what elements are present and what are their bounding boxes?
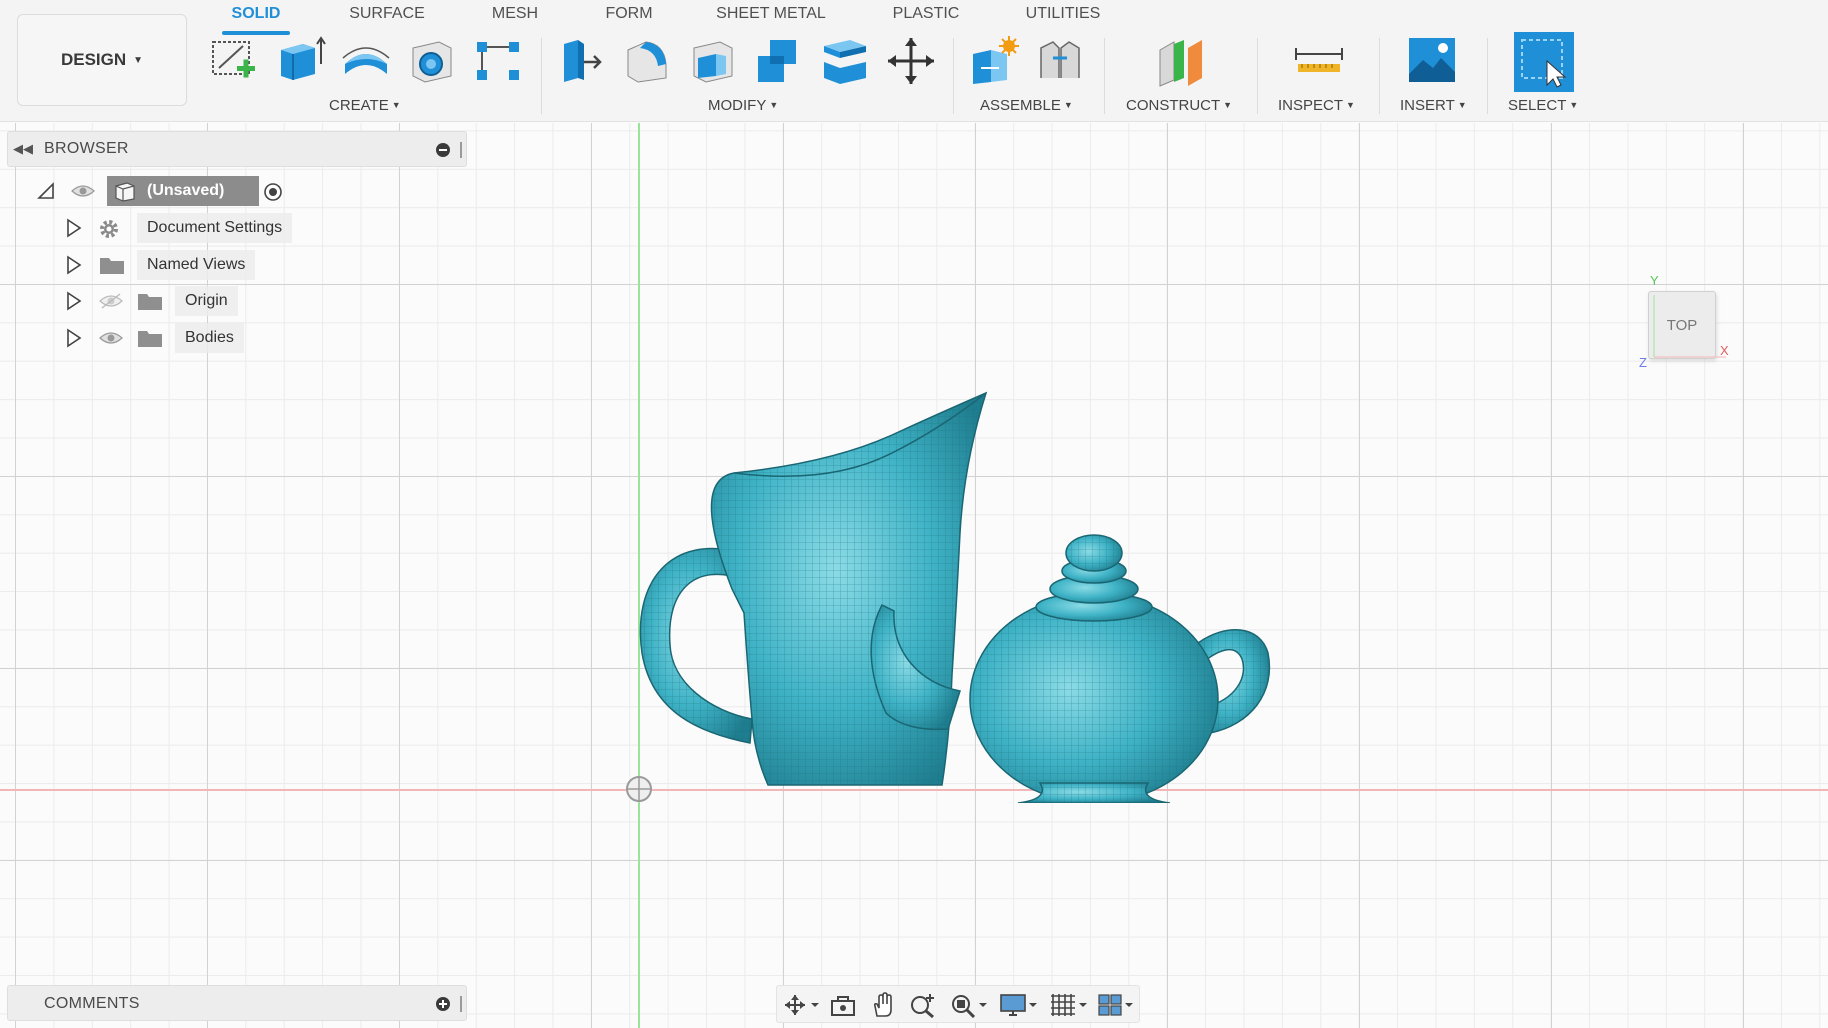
teapot-body [969,594,1219,803]
eye-icon[interactable] [71,183,95,199]
create-label: CREATE [329,97,389,114]
add-comment-icon[interactable] [436,997,450,1011]
browser-resize-handle[interactable] [460,142,462,158]
eye-icon[interactable] [99,330,123,346]
inspect-menu[interactable]: INSPECT ▼ [1278,97,1355,114]
separator [1379,38,1380,114]
comments-panel[interactable]: COMMENTS [7,985,467,1021]
separator [1487,38,1488,114]
tab-mesh[interactable]: MESH [490,5,540,33]
expand-triangle-icon[interactable] [63,254,85,276]
workspace-switcher[interactable]: DESIGN ▼ [17,14,187,106]
move-icon[interactable] [882,32,940,90]
folder-icon [138,294,162,310]
model-bodies[interactable] [630,353,1290,803]
tab-surface[interactable]: SURFACE [347,5,427,33]
root-component-label: (Unsaved) [147,182,225,199]
view-cube-axes [1653,295,1726,358]
browser-item-origin[interactable]: Origin [57,285,317,317]
tab-form[interactable]: FORM [602,5,656,33]
hole-icon[interactable] [403,32,461,90]
construct-menu[interactable]: CONSTRUCT ▼ [1126,97,1232,114]
modify-menu[interactable]: MODIFY ▼ [708,97,778,114]
offset-plane-icon[interactable] [1152,32,1210,90]
comments-resize-handle[interactable] [460,996,462,1012]
select-label: SELECT [1508,97,1567,114]
select-icon[interactable] [1514,32,1574,92]
insert-menu[interactable]: INSERT ▼ [1400,97,1467,114]
browser-item-label: Document Settings [137,213,293,243]
browser-root-row[interactable]: (Unsaved) [29,175,329,207]
fusion-app-window: DESIGN ▼ SOLID SURFACE MESH FORM SHEET M… [0,0,1828,1028]
modify-label: MODIFY [708,97,767,114]
view-cube[interactable]: TOP Y X Z [1636,273,1756,378]
shell-icon[interactable] [684,32,742,90]
eye-hidden-icon[interactable] [99,293,123,309]
new-component-icon[interactable] [965,32,1023,90]
component-icon [115,182,135,202]
combine-icon[interactable] [750,32,808,90]
look-at-icon[interactable] [829,992,857,1018]
extrude-icon[interactable] [271,32,329,90]
browser-item-label: Named Views [137,250,256,280]
chevron-down-icon: ▼ [133,54,144,66]
pattern-icon[interactable] [469,32,527,90]
press-pull-icon[interactable] [552,32,610,90]
pan-icon[interactable] [869,992,897,1018]
activate-radio-icon[interactable] [263,182,283,202]
separator [1104,38,1105,114]
create-menu[interactable]: CREATE ▼ [329,97,401,114]
folder-icon [100,258,124,274]
select-menu[interactable]: SELECT ▼ [1508,97,1578,114]
insert-image-icon[interactable] [1403,32,1461,90]
tab-utilities[interactable]: UTILITIES [1025,5,1101,33]
browser-header: ◀◀ BROWSER [7,131,467,167]
tab-plastic[interactable]: PLASTIC [890,5,962,33]
insert-label: INSERT [1400,97,1455,114]
orbit-icon[interactable] [781,992,821,1018]
joint-icon[interactable] [1031,32,1089,90]
browser-item-label: Bodies [175,323,244,353]
zoom-icon[interactable] [909,992,937,1019]
expand-triangle-icon[interactable] [63,327,85,349]
tab-sheet-metal[interactable]: SHEET METAL [716,5,826,33]
assemble-menu[interactable]: ASSEMBLE ▼ [980,97,1073,114]
inspect-label: INSPECT [1278,97,1344,114]
comments-title: COMMENTS [44,995,140,1012]
root-component[interactable]: (Unsaved) [107,176,259,206]
gear-icon [100,220,118,238]
teapot-lid [1035,534,1153,622]
browser-collapse-button[interactable] [436,143,450,157]
expand-triangle-icon[interactable] [63,217,85,239]
folder-icon [138,331,162,347]
tab-solid[interactable]: SOLID [222,5,290,35]
fillet-icon[interactable] [618,32,676,90]
display-settings-icon[interactable] [999,992,1039,1018]
separator [541,38,542,114]
measure-icon[interactable] [1290,32,1348,90]
browser-item-bodies[interactable]: Bodies [57,322,317,354]
viewports-icon[interactable] [1097,992,1137,1018]
expand-triangle-icon[interactable] [63,290,85,312]
toolbar: DESIGN ▼ SOLID SURFACE MESH FORM SHEET M… [0,0,1828,122]
assemble-label: ASSEMBLE [980,97,1061,114]
grid-settings-icon[interactable] [1049,992,1089,1018]
workspace-label: DESIGN [60,50,127,69]
browser-panel: ◀◀ BROWSER (Unsaved) Document Settings N [7,131,467,516]
fit-icon[interactable] [949,992,989,1019]
revolve-icon[interactable] [337,32,395,90]
new-sketch-icon[interactable] [205,32,263,90]
browser-item-document-settings[interactable]: Document Settings [57,212,317,244]
collapse-panel-icon[interactable]: ◀◀ [8,141,38,157]
browser-title: BROWSER [44,140,129,157]
browser-item-named-views[interactable]: Named Views [57,249,317,281]
separator [953,38,954,114]
collapse-triangle-icon[interactable] [37,182,55,200]
offset-face-icon[interactable] [816,32,874,90]
separator [1257,38,1258,114]
browser-item-label: Origin [175,286,238,316]
construct-label: CONSTRUCT [1126,97,1221,114]
navigation-bar [776,985,1140,1023]
